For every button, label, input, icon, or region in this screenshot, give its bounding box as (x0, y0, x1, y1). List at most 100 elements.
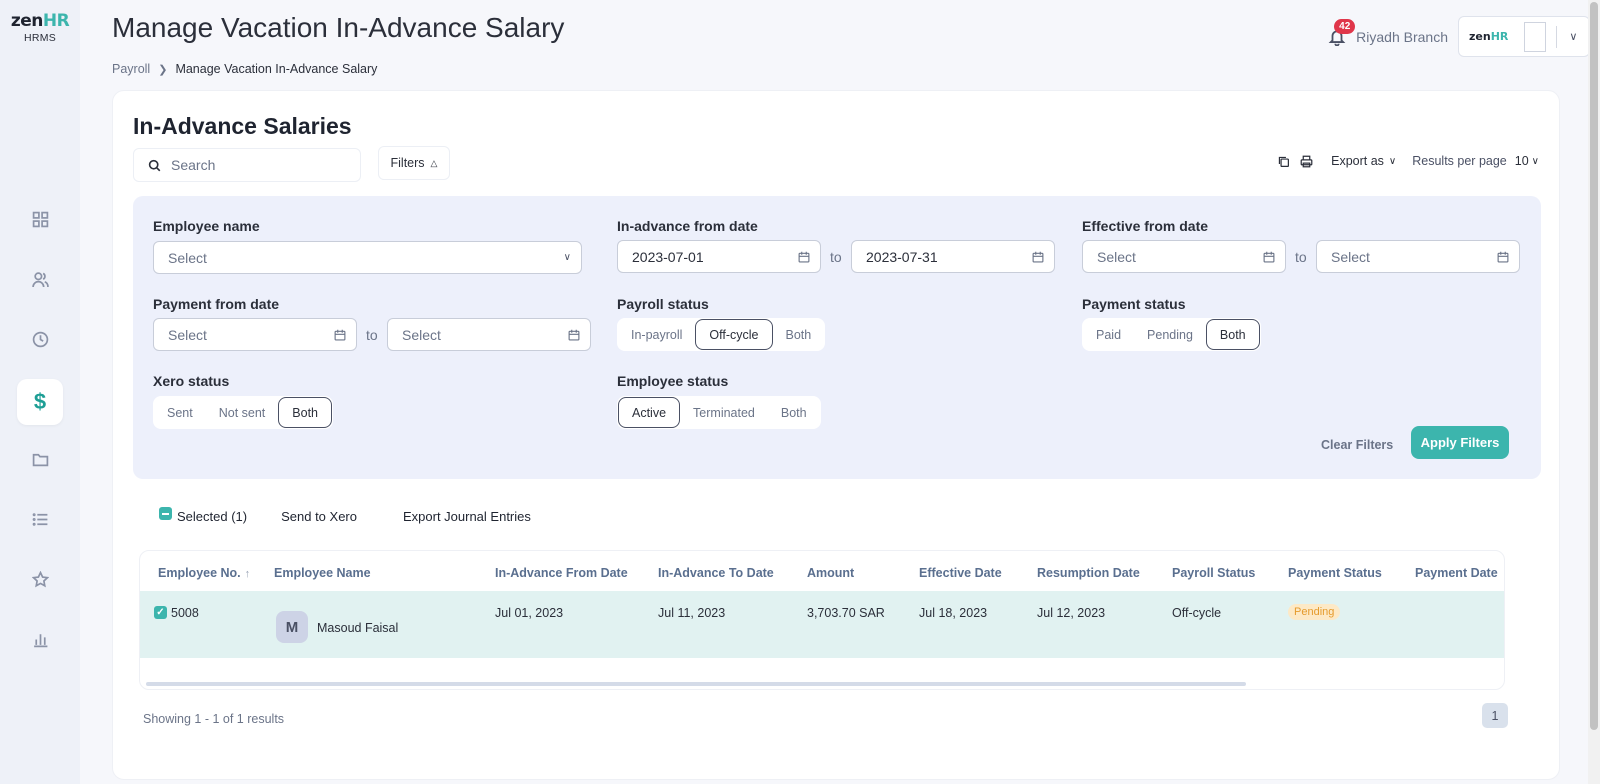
payment-status-both[interactable]: Both (1205, 319, 1260, 350)
vertical-scrollbar[interactable] (1588, 0, 1600, 784)
employee-no-cell: ✓ 5008 (154, 606, 199, 620)
dashboard-icon (32, 211, 48, 227)
xero-status-both[interactable]: Both (278, 397, 332, 428)
row-checkbox[interactable]: ✓ (154, 606, 167, 619)
breadcrumb-payroll-link[interactable]: Payroll (112, 62, 150, 76)
status-badge: Pending (1288, 604, 1341, 620)
payroll-status-off-cycle[interactable]: Off-cycle (695, 319, 773, 350)
sidebar-item-favorites[interactable] (17, 556, 63, 602)
apply-filters-button[interactable]: Apply Filters (1411, 426, 1509, 459)
xero-status-not-sent[interactable]: Not sent (206, 397, 279, 428)
export-label: Export as (1331, 154, 1384, 168)
payroll-status-toggle: In-payroll Off-cycle Both (617, 318, 826, 351)
xero-status-sent[interactable]: Sent (154, 397, 206, 428)
amount-cell: 3,703.70 SAR (807, 606, 885, 620)
employee-status-active[interactable]: Active (618, 397, 681, 428)
column-in-advance-from[interactable]: In-Advance From Date (495, 566, 628, 580)
zenhr-logo[interactable]: zenHR HRMS (10, 11, 70, 44)
column-resumption-date[interactable]: Resumption Date (1037, 566, 1140, 580)
pagination-page-1[interactable]: 1 (1482, 703, 1508, 728)
horizontal-scrollbar[interactable] (146, 682, 1246, 686)
bar-chart-icon (33, 633, 47, 647)
sidebar-item-dashboard[interactable] (17, 196, 63, 242)
export-dropdown[interactable]: Export as ∨ (1331, 154, 1396, 168)
copy-icon (1278, 156, 1290, 167)
clear-filters-button[interactable]: Clear Filters (1321, 438, 1393, 452)
in-advance-salaries-card: In-Advance Salaries Filters △ Export as … (112, 90, 1560, 780)
calendar-icon (1263, 251, 1275, 262)
sidebar-item-reports[interactable] (17, 616, 63, 662)
chevron-up-icon: △ (430, 157, 438, 168)
sidebar-item-documents[interactable] (17, 436, 63, 482)
sidebar-item-employees[interactable] (17, 256, 63, 302)
payment-to-date[interactable]: Select (387, 318, 591, 351)
sort-arrow-icon: ↑ (244, 568, 251, 580)
column-payment-status[interactable]: Payment Status (1288, 566, 1382, 580)
sidebar-item-payroll[interactable]: $ (17, 379, 63, 425)
logo-product: HRMS (23, 32, 57, 44)
notifications-button[interactable]: 42 (1326, 18, 1356, 48)
in-advance-from-date[interactable]: 2023-07-01 (617, 240, 821, 273)
in-advance-from-value: 2023-07-01 (632, 248, 704, 265)
sidebar-item-requests[interactable] (17, 496, 63, 542)
results-per-page-label: Results per page (1412, 154, 1507, 168)
column-employee-name[interactable]: Employee Name (274, 566, 371, 580)
sidebar-item-attendance[interactable] (17, 316, 63, 362)
xero-status-label: Xero status (153, 373, 230, 389)
xero-status-toggle: Sent Not sent Both (153, 396, 333, 429)
clock-icon (32, 331, 48, 347)
select-all-checkbox[interactable] (159, 507, 172, 520)
payroll-status-both[interactable]: Both (773, 319, 825, 350)
employee-status-both[interactable]: Both (768, 397, 820, 428)
column-in-advance-to[interactable]: In-Advance To Date (658, 566, 774, 580)
filters-toggle-button[interactable]: Filters △ (378, 146, 450, 180)
chevron-down-icon: ∨ (1388, 155, 1397, 167)
chevron-down-icon: ∨ (563, 252, 571, 263)
logo-text: zenHR (10, 11, 70, 31)
table-tools: Export as ∨ Results per page 10 ∨ (1277, 154, 1539, 168)
print-button[interactable] (1300, 155, 1313, 168)
filters-label: Filters (390, 156, 425, 170)
avatar: M (276, 611, 308, 643)
employee-name-cell[interactable]: Masoud Faisal (317, 621, 398, 635)
effective-date-cell: Jul 18, 2023 (919, 606, 988, 620)
effective-from-date[interactable]: Select (1082, 240, 1286, 273)
table-row[interactable]: ✓ 5008 M Masoud Faisal Jul 01, 2023 Jul 1… (140, 591, 1504, 658)
chevron-right-icon: ❯ (158, 63, 168, 76)
column-payroll-status[interactable]: Payroll Status (1172, 566, 1255, 580)
salaries-table: Employee No. ↑ Employee Name In-Advance F… (139, 550, 1505, 690)
calendar-icon (334, 329, 346, 340)
branch-name[interactable]: Riyadh Branch (1356, 29, 1448, 45)
column-effective-date[interactable]: Effective Date (919, 566, 1002, 580)
employee-status-toggle: Active Terminated Both (617, 396, 821, 429)
print-icon (1300, 155, 1313, 167)
effective-to-date[interactable]: Select (1316, 240, 1520, 273)
search-input[interactable] (171, 157, 351, 173)
users-icon (31, 271, 49, 287)
scrollbar-thumb[interactable] (1590, 2, 1598, 730)
chevron-down-icon: ∨ (1569, 31, 1578, 43)
results-summary: Showing 1 - 1 of 1 results (143, 712, 285, 726)
results-per-page-select[interactable]: 10 ∨ (1515, 154, 1539, 168)
employee-status-terminated[interactable]: Terminated (680, 397, 768, 428)
column-employee-no[interactable]: Employee No. ↑ (158, 566, 250, 580)
export-journal-entries-button[interactable]: Export Journal Entries (403, 509, 531, 524)
effective-from-placeholder: Select (1097, 248, 1136, 265)
company-switcher[interactable]: zenHR ∨ (1458, 16, 1590, 57)
resumption-date-cell: Jul 12, 2023 (1037, 606, 1106, 620)
bulk-actions-bar: Selected (1) Send to Xero Export Journal… (159, 507, 531, 524)
search-box[interactable] (133, 148, 361, 182)
employee-name-label: Employee name (153, 218, 260, 234)
send-to-xero-button[interactable]: Send to Xero (281, 509, 357, 524)
range-to-label: to (366, 327, 378, 343)
in-advance-to-date[interactable]: 2023-07-31 (851, 240, 1055, 273)
payroll-status-in-payroll[interactable]: In-payroll (618, 319, 695, 350)
payment-from-date[interactable]: Select (153, 318, 357, 351)
payment-status-pending[interactable]: Pending (1134, 319, 1206, 350)
column-amount[interactable]: Amount (807, 566, 854, 580)
payment-status-paid[interactable]: Paid (1083, 319, 1134, 350)
copy-button[interactable] (1277, 155, 1290, 168)
column-payment-date[interactable]: Payment Date (1415, 566, 1498, 580)
employee-name-select[interactable]: Select ∨ (153, 241, 582, 274)
payment-from-label: Payment from date (153, 296, 280, 312)
